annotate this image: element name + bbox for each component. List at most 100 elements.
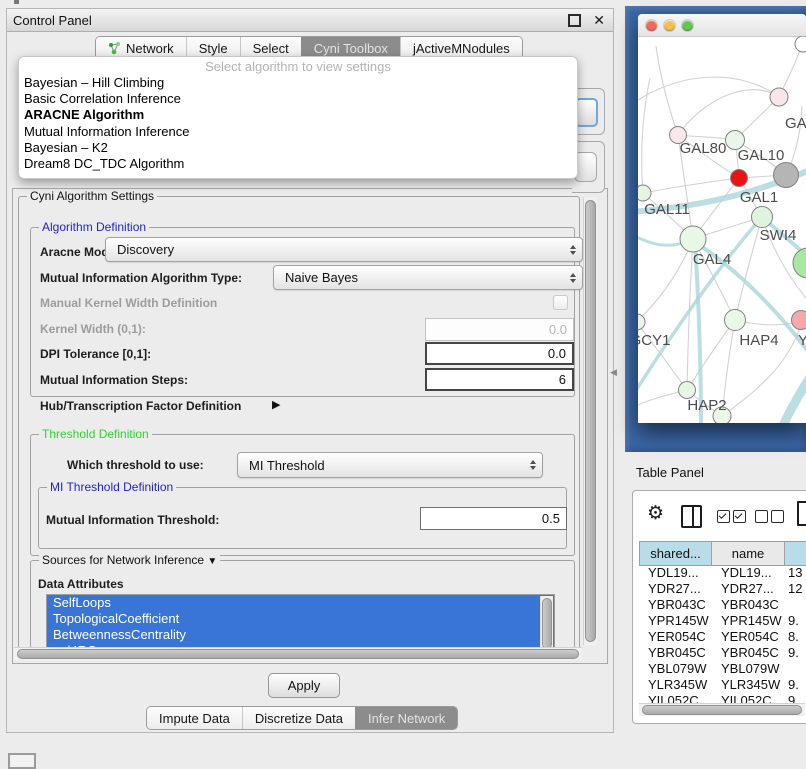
table-row[interactable]: YBL079WYBL079W (639, 660, 806, 676)
settings-vertical-scrollbar[interactable] (583, 197, 597, 645)
tab-infer-network[interactable]: Infer Network (355, 707, 457, 729)
network-node[interactable] (752, 207, 773, 228)
network-node[interactable] (793, 248, 806, 278)
close-icon[interactable]: ✕ (593, 13, 605, 27)
network-node[interactable] (680, 226, 706, 252)
focused-combo-fragment[interactable] (575, 98, 598, 127)
table-row[interactable]: YER054CYER054C8. (639, 628, 806, 644)
which-threshold-select[interactable]: MI Threshold (237, 452, 543, 478)
network-window-titlebar[interactable] (638, 14, 806, 37)
column-header[interactable]: shared... (639, 542, 712, 565)
tab-label: Infer Network (368, 711, 445, 726)
kernel-width-field[interactable]: 0.0 (425, 318, 574, 341)
manual-kernel-width-checkbox[interactable] (553, 295, 568, 310)
attribute-item[interactable]: SelfLoops (47, 595, 554, 611)
table-cell: YBR045C (710, 644, 782, 660)
apply-button[interactable]: Apply (268, 673, 340, 698)
table-cell: 13 (782, 564, 806, 580)
table-cell: YBR043C (710, 596, 782, 612)
algorithm-option[interactable]: Mutual Information Inference (19, 124, 577, 140)
mi-steps-field[interactable]: 6 (425, 368, 574, 391)
algorithm-option[interactable]: Dream8 DC_TDC Algorithm (19, 156, 577, 172)
network-node[interactable] (638, 314, 645, 330)
column-header[interactable]: name (712, 542, 785, 565)
float-window-icon[interactable] (568, 14, 581, 27)
table-cell: YBR043C (639, 596, 710, 612)
network-node[interactable] (774, 163, 799, 188)
mi-threshold-field[interactable]: 0.5 (420, 507, 567, 530)
close-button[interactable] (646, 20, 657, 31)
document-icon[interactable] (797, 501, 806, 526)
tab-label: Network (126, 41, 174, 56)
collapse-arrow-icon[interactable]: ▼ (207, 556, 217, 567)
gear-icon[interactable]: ⚙ (647, 504, 664, 523)
mi-algorithm-type-select[interactable]: Naive Bayes (273, 265, 583, 290)
node-label: GAL11 (644, 201, 690, 218)
bottom-tab-bar: Impute DataDiscretize Data Infer Network (146, 706, 458, 730)
table-cell: YER054C (710, 628, 782, 644)
cyni-settings-area: Cyni Algorithm Settings Algorithm Defini… (12, 188, 608, 664)
panel-title: Control Panel (13, 13, 568, 28)
data-attributes-listbox[interactable]: SelfLoopsTopologicalCoefficientBetweenne… (46, 594, 555, 653)
table-row[interactable]: YBR045CYBR045C9. (639, 644, 806, 660)
network-view-window: GALGAL80GAL10GAL1GAL11SWI4GAL4GCY1HAP4YH… (638, 14, 806, 423)
network-node[interactable] (638, 185, 651, 201)
aracne-mode-select[interactable]: Discovery (105, 237, 583, 262)
algorithm-option[interactable]: ARACNE Algorithm (19, 107, 577, 123)
zoom-button[interactable] (682, 20, 693, 31)
table-row[interactable]: YDL19...YDL19...13 (639, 564, 806, 580)
network-node[interactable] (731, 170, 748, 187)
table-horizontal-scrollbar[interactable] (639, 703, 805, 716)
panel-collapse-icon[interactable]: ◀ (610, 367, 617, 378)
deselect-all-checks-icon[interactable] (755, 510, 784, 523)
control-panel-titlebar: Control Panel ✕ (7, 9, 613, 32)
network-node[interactable] (679, 382, 696, 399)
list-scrollbar[interactable] (540, 596, 553, 651)
attribute-item[interactable]: TopologicalCoefficient (47, 611, 554, 627)
combo-value: Naive Bayes (285, 270, 358, 285)
split-column-icon[interactable] (681, 505, 702, 528)
toolbar-remnant (14, 0, 19, 4)
field-value: 0.0 (549, 322, 567, 337)
table-row[interactable]: YDR27...YDR27...12 (639, 580, 806, 596)
algorithm-option[interactable]: Bayesian – Hill Climbing (19, 75, 577, 91)
attribute-item[interactable]: BetweennessCentrality (47, 627, 554, 643)
network-canvas[interactable]: GALGAL80GAL10GAL1GAL11SWI4GAL4GCY1HAP4YH… (638, 36, 806, 423)
table-cell: YER054C (639, 628, 710, 644)
network-node[interactable] (795, 36, 806, 52)
algorithm-option[interactable]: Basic Correlation Inference (19, 91, 577, 107)
node-label: GAL4 (693, 251, 731, 268)
table-cell: 12 (782, 580, 806, 596)
table-row[interactable]: YBR043CYBR043C (639, 596, 806, 612)
table-cell: YPR145W (639, 612, 710, 628)
table-row[interactable]: YLR345WYLR345W9. (639, 676, 806, 692)
group-title: Cyni Algorithm Settings (27, 189, 157, 203)
settings-horizontal-scrollbar[interactable] (14, 647, 582, 660)
expand-arrow-icon[interactable]: ▶ (272, 398, 280, 411)
tab-discretize-data[interactable]: Discretize Data (242, 707, 355, 729)
cyni-algorithm-settings-group: Cyni Algorithm Settings Algorithm Defini… (18, 196, 580, 658)
network-node[interactable] (770, 88, 788, 106)
minimize-button[interactable] (664, 20, 675, 31)
network-canvas-holder: GALGAL80GAL10GAL1GAL11SWI4GAL4GCY1HAP4YH… (638, 36, 806, 423)
stepper-icon (570, 273, 576, 283)
table-cell: YDR27... (639, 580, 710, 596)
table-cell: 9. (782, 676, 806, 692)
collapsed-panel-chip[interactable] (8, 753, 36, 769)
dpi-tolerance-label: DPI Tolerance [0,1]: (40, 347, 151, 361)
algorithm-option[interactable]: Bayesian – K2 (19, 140, 577, 156)
network-icon (108, 42, 121, 55)
mi-steps-label: Mutual Information Steps: (40, 373, 188, 387)
table-row[interactable]: YPR145WYPR145W9. (639, 612, 806, 628)
tab-impute-data[interactable]: Impute Data (147, 707, 242, 729)
node-label: GAL80 (680, 140, 727, 157)
threshold-definition-group: Threshold Definition Which threshold to … (30, 434, 575, 556)
column-header[interactable]: A (785, 542, 806, 565)
dpi-tolerance-field[interactable]: 0.0 (425, 342, 574, 365)
table-cell (782, 660, 806, 676)
field-value: 6 (559, 372, 566, 387)
traffic-lights (646, 20, 693, 31)
network-node[interactable] (725, 310, 746, 331)
select-all-checks-icon[interactable] (717, 510, 746, 523)
network-node[interactable] (792, 311, 806, 330)
